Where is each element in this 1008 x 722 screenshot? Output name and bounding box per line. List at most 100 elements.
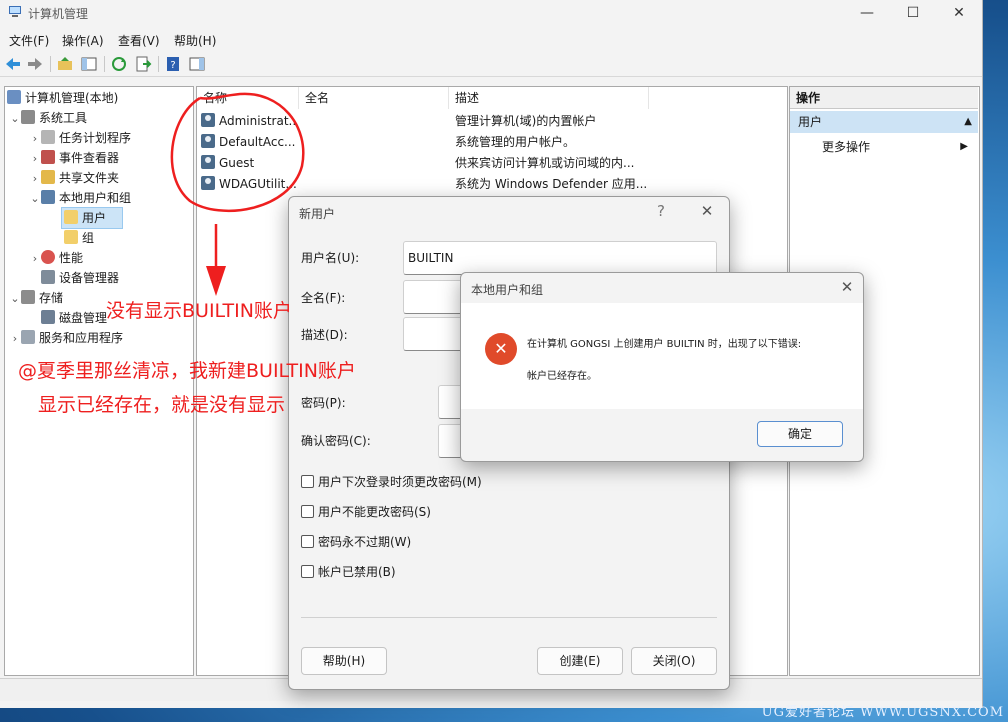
help-button[interactable]: 帮助(H) [301, 647, 387, 675]
performance-icon [41, 250, 55, 264]
confirm-password-label: 确认密码(C): [301, 434, 371, 448]
dialog-divider [301, 617, 717, 618]
tools-icon [21, 110, 35, 124]
menu-action[interactable]: 操作(A) [62, 32, 104, 49]
chevron-right-icon[interactable]: › [29, 249, 41, 269]
column-header-fullname[interactable]: 全名 [299, 87, 449, 109]
minimize-button[interactable]: — [844, 0, 890, 26]
checkbox-label: 用户不能更改密码(S) [318, 505, 431, 519]
tree-root[interactable]: 计算机管理(本地) [7, 88, 118, 108]
tree-users[interactable]: 用户 [61, 207, 123, 229]
password-label: 密码(P): [301, 396, 346, 410]
export-list-icon[interactable] [134, 55, 152, 73]
error-detail: 帐户已经存在。 [527, 371, 597, 382]
password-never-expires-checkbox[interactable]: 密码永不过期(W) [301, 533, 411, 551]
checkbox-box[interactable] [301, 535, 314, 548]
close-dialog-button[interactable]: 关闭(O) [631, 647, 717, 675]
tree-label: 任务计划程序 [59, 131, 132, 145]
help-question-icon[interactable]: ? [649, 201, 673, 221]
create-button[interactable]: 创建(E) [537, 647, 623, 675]
annotation-text-3: 显示已经存在，就是没有显示 [38, 394, 286, 416]
cannot-change-password-checkbox[interactable]: 用户不能更改密码(S) [301, 503, 431, 521]
user-description: 供来宾访问计算机或访问域的内... [455, 156, 635, 170]
account-disabled-checkbox[interactable]: 帐户已禁用(B) [301, 563, 396, 581]
show-action-pane-icon[interactable] [188, 55, 206, 73]
more-actions-label: 更多操作 [822, 140, 871, 154]
device-manager-icon [41, 270, 55, 284]
checkbox-label: 帐户已禁用(B) [318, 565, 396, 579]
error-message-area: ✕ 在计算机 GONGSI 上创建用户 BUILTIN 时，出现了以下错误: 帐… [461, 303, 863, 409]
disk-icon [41, 310, 55, 324]
up-folder-icon[interactable] [56, 55, 74, 73]
svg-text:?: ? [170, 60, 175, 71]
column-header-description[interactable]: 描述 [449, 87, 649, 109]
clock-icon [41, 130, 55, 144]
error-close-icon[interactable]: ✕ [835, 277, 859, 297]
tree-services-apps[interactable]: › 服务和应用程序 [9, 328, 123, 348]
error-dialog: 本地用户和组 ✕ ✕ 在计算机 GONGSI 上创建用户 BUILTIN 时，出… [460, 272, 864, 462]
chevron-down-icon[interactable]: ⌄ [9, 289, 21, 309]
error-message: 在计算机 GONGSI 上创建用户 BUILTIN 时，出现了以下错误: [527, 339, 802, 350]
actions-header: 操作 [790, 87, 978, 109]
actions-section-users[interactable]: 用户 ▲ [790, 111, 978, 133]
annotation-text-1: 没有显示BUILTIN账户 [106, 300, 292, 322]
submenu-arrow-icon: ▶ [960, 141, 968, 152]
tree-label: 服务和应用程序 [39, 331, 124, 345]
annotation-text-2: @夏季里那丝清凉，我新建BUILTIN账户 [18, 360, 356, 382]
refresh-icon[interactable] [110, 55, 128, 73]
user-description: 系统为 Windows Defender 应用... [455, 177, 648, 191]
menu-view[interactable]: 查看(V) [118, 32, 160, 49]
dialog-close-icon[interactable]: ✕ [695, 201, 719, 221]
must-change-password-checkbox[interactable]: 用户下次登录时须更改密码(M) [301, 473, 482, 491]
checkbox-box[interactable] [301, 565, 314, 578]
toolbar: ? [0, 52, 982, 77]
forward-arrow-icon[interactable] [26, 55, 44, 73]
tree-event-viewer[interactable]: › 事件查看器 [29, 148, 119, 168]
checkbox-box[interactable] [301, 475, 314, 488]
menu-help[interactable]: 帮助(H) [174, 32, 216, 49]
error-dialog-title: 本地用户和组 [471, 283, 544, 297]
chevron-right-icon[interactable]: › [9, 329, 21, 349]
tree-local-users-groups[interactable]: ⌄ 本地用户和组 [29, 188, 131, 208]
tree-performance[interactable]: › 性能 [29, 248, 83, 268]
tree-label: 存储 [39, 291, 64, 305]
event-log-icon [41, 150, 55, 164]
user-description: 系统管理的用户帐户。 [455, 135, 576, 149]
tree-disk-management[interactable]: 磁盘管理 [41, 308, 107, 328]
close-button[interactable]: ✕ [936, 0, 982, 26]
ok-button[interactable]: 确定 [757, 421, 843, 447]
maximize-button[interactable]: ☐ [890, 0, 936, 26]
tree-shared-folders[interactable]: › 共享文件夹 [29, 168, 119, 188]
computer-management-icon [9, 6, 21, 17]
actions-section-label: 用户 [798, 115, 823, 129]
more-actions-item[interactable]: 更多操作 ▶ [822, 137, 972, 157]
menu-file[interactable]: 文件(F) [9, 32, 49, 49]
tree-label: 设备管理器 [59, 271, 120, 285]
computer-icon [7, 90, 21, 104]
username-field[interactable]: BUILTIN [403, 241, 717, 275]
back-arrow-icon[interactable] [4, 55, 22, 73]
tree-label: 共享文件夹 [59, 171, 120, 185]
tree-task-scheduler[interactable]: › 任务计划程序 [29, 128, 131, 148]
chevron-right-icon[interactable]: › [29, 169, 41, 189]
tree-storage[interactable]: ⌄ 存储 [9, 288, 63, 308]
tree-label: 计算机管理(本地) [25, 91, 119, 105]
chevron-down-icon[interactable]: ⌄ [9, 109, 21, 129]
toolbar-separator [158, 56, 159, 72]
tree-groups[interactable]: 组 [64, 228, 94, 248]
chevron-down-icon[interactable]: ⌄ [29, 189, 41, 209]
folder-icon [64, 230, 78, 244]
tree-label: 事件查看器 [59, 151, 120, 165]
checkbox-box[interactable] [301, 505, 314, 518]
collapse-up-icon[interactable]: ▲ [964, 111, 972, 133]
folder-icon [64, 210, 78, 224]
tree-system-tools[interactable]: ⌄ 系统工具 [9, 108, 87, 128]
tree-label: 磁盘管理 [59, 311, 108, 325]
chevron-right-icon[interactable]: › [29, 129, 41, 149]
help-book-icon[interactable]: ? [164, 55, 182, 73]
tree-device-manager[interactable]: 设备管理器 [41, 268, 119, 288]
tree-label: 组 [82, 231, 95, 245]
show-hide-tree-icon[interactable] [80, 55, 98, 73]
annotation-drawing [170, 92, 305, 296]
chevron-right-icon[interactable]: › [29, 149, 41, 169]
